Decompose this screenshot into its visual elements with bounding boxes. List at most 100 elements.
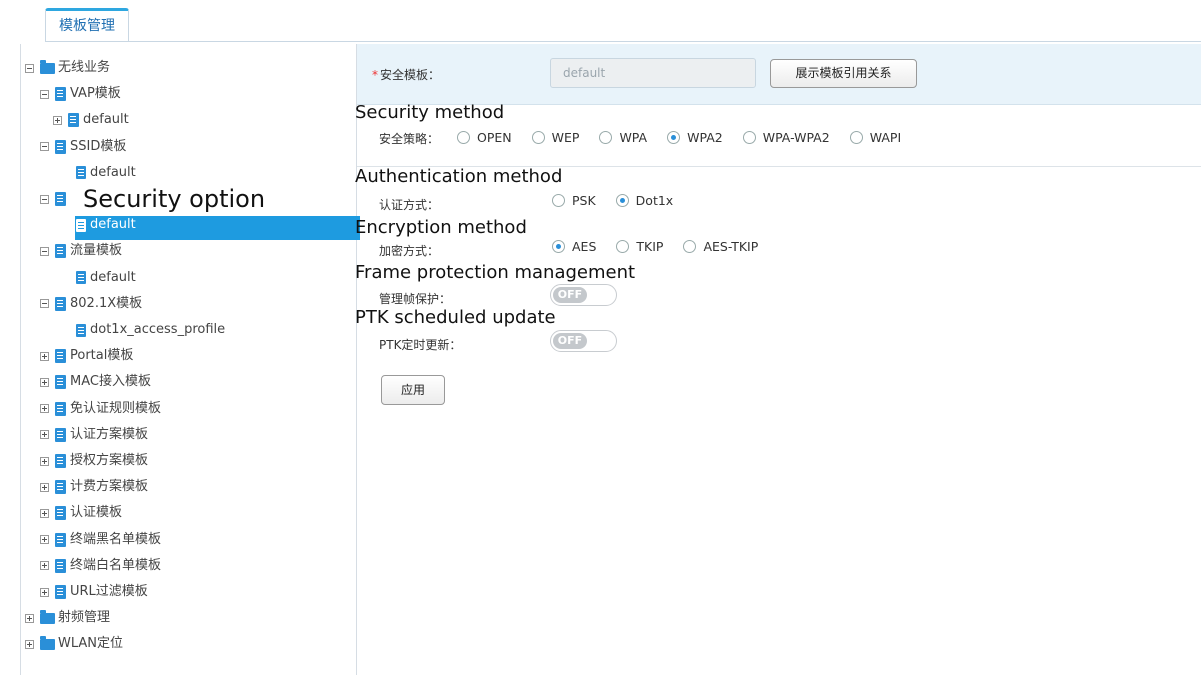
auth-mode-option[interactable]: PSK — [552, 193, 596, 208]
tree-node[interactable]: 计费方案模板 — [40, 476, 148, 498]
tree-node[interactable]: 无线业务 — [25, 57, 110, 79]
expand-icon[interactable] — [40, 561, 49, 571]
collapse-icon[interactable] — [40, 142, 49, 152]
tree-node-label: 终端白名单模板 — [70, 557, 162, 573]
security-policy-option[interactable]: WAPI — [849, 130, 901, 145]
tree-node[interactable]: 授权方案模板 — [40, 450, 148, 472]
radio-button-icon[interactable] — [552, 240, 565, 253]
auth-mode-option[interactable]: Dot1x — [615, 193, 674, 208]
auth-mode-option-label: Dot1x — [635, 193, 674, 208]
content-panel: * 安全模板： default 展示模板引用关系 Security method … — [355, 44, 1201, 675]
security-policy-label: 安全策略： — [379, 132, 440, 146]
tree-node-label: WLAN定位 — [58, 636, 124, 652]
security-policy-option[interactable]: WPA2 — [667, 130, 723, 145]
apply-button[interactable]: 应用 — [381, 375, 445, 405]
radio-button-icon[interactable] — [849, 131, 863, 144]
show-template-references-button[interactable]: 展示模板引用关系 — [770, 59, 917, 88]
ptk-update-toggle-knob: OFF — [553, 333, 587, 349]
tree-node[interactable]: 射频管理 — [25, 607, 110, 629]
collapse-icon[interactable] — [40, 89, 49, 99]
security-policy-option[interactable]: WEP — [531, 130, 579, 145]
encryption-mode-option-label: AES-TKIP — [703, 239, 759, 254]
ptk-update-toggle[interactable]: OFF — [550, 330, 617, 352]
security-template-input[interactable]: default — [550, 58, 756, 88]
document-icon — [55, 401, 66, 416]
expand-icon[interactable] — [40, 377, 49, 387]
expand-icon[interactable] — [40, 456, 49, 466]
tree-node[interactable]: default — [76, 267, 136, 289]
tree-node[interactable]: default — [76, 214, 136, 236]
expand-icon[interactable] — [40, 430, 49, 440]
security-template-header: * 安全模板： default 展示模板引用关系 — [357, 44, 1201, 105]
security-policy-option-label: WPA2 — [687, 130, 723, 145]
tree-node-label: 流量模板 — [70, 243, 123, 259]
tree-node[interactable]: MAC接入模板 — [40, 371, 151, 393]
radio-button-icon[interactable] — [667, 131, 681, 144]
radio-button-icon[interactable] — [457, 131, 470, 144]
expand-icon[interactable] — [40, 482, 49, 492]
tree-node-label: default — [83, 112, 129, 128]
tree-node[interactable]: WLAN定位 — [25, 633, 123, 655]
document-icon — [55, 296, 66, 311]
radio-button-icon[interactable] — [531, 131, 545, 144]
security-policy-option[interactable]: WPA-WPA2 — [742, 130, 830, 145]
document-icon — [55, 480, 66, 495]
tree-node[interactable]: default — [76, 162, 136, 184]
expand-icon[interactable] — [25, 613, 34, 623]
document-icon — [68, 113, 79, 128]
document-icon — [55, 506, 66, 521]
expand-icon[interactable] — [25, 639, 34, 649]
collapse-icon[interactable] — [25, 63, 34, 73]
frame-protection-label: 管理帧保护： — [379, 292, 452, 306]
encryption-mode-option[interactable]: AES — [552, 239, 596, 254]
folder-icon — [40, 635, 55, 650]
document-icon — [76, 166, 86, 180]
radio-button-icon[interactable] — [615, 194, 629, 207]
document-icon — [55, 87, 66, 102]
security-template-label-text: 安全模板： — [380, 68, 441, 82]
security-policy-option-label: WPA — [619, 130, 648, 145]
security-policy-option[interactable]: OPEN — [457, 130, 512, 145]
collapse-icon[interactable] — [40, 246, 49, 256]
tree-node[interactable]: 认证方案模板 — [40, 424, 148, 446]
encryption-mode-option[interactable]: TKIP — [616, 239, 663, 254]
tab-template-management[interactable]: 模板管理 — [45, 8, 129, 42]
expand-icon[interactable] — [40, 587, 49, 597]
collapse-icon[interactable] — [40, 194, 49, 204]
security-policy-option[interactable]: WPA — [599, 130, 647, 145]
tree-node[interactable]: 终端黑名单模板 — [40, 529, 161, 551]
ptk-update-label: PTK定时更新： — [379, 338, 462, 352]
tree-node[interactable]: Portal模板 — [40, 345, 133, 367]
tree-node[interactable]: 流量模板 — [40, 240, 122, 262]
radio-button-icon[interactable] — [599, 131, 613, 144]
radio-button-icon[interactable] — [616, 240, 630, 253]
expand-icon[interactable] — [53, 115, 62, 125]
expand-icon[interactable] — [40, 508, 49, 518]
tree-node[interactable]: dot1x_access_profile — [76, 319, 225, 341]
document-icon — [55, 244, 66, 259]
radio-button-icon[interactable] — [683, 240, 697, 253]
tree-node[interactable]: VAP模板 — [40, 83, 121, 105]
tree-node[interactable]: 终端白名单模板 — [40, 555, 161, 577]
frame-protection-toggle[interactable]: OFF — [550, 284, 617, 306]
document-icon — [55, 585, 66, 599]
tree-node[interactable]: URL过滤模板 — [40, 581, 148, 603]
radio-button-icon[interactable] — [742, 131, 756, 144]
security-option-annotation: Security option — [83, 185, 266, 213]
tree-node-label: Portal模板 — [70, 348, 134, 364]
expand-icon[interactable] — [40, 404, 49, 414]
tree-node[interactable] — [40, 188, 70, 210]
tree-node[interactable]: 免认证规则模板 — [40, 398, 161, 420]
tree-node[interactable]: SSID模板 — [40, 136, 126, 158]
tree-node-label: 认证方案模板 — [70, 426, 149, 442]
tree-node-label: 射频管理 — [58, 610, 111, 626]
collapse-icon[interactable] — [40, 299, 49, 309]
tree-node[interactable]: 认证模板 — [40, 502, 122, 524]
expand-icon[interactable] — [40, 351, 49, 361]
expand-icon[interactable] — [40, 535, 49, 545]
tree-node[interactable]: default — [53, 109, 129, 131]
encryption-mode-option[interactable]: AES-TKIP — [683, 239, 758, 254]
folder-icon — [40, 609, 55, 624]
radio-button-icon[interactable] — [552, 194, 565, 207]
tree-node[interactable]: 802.1X模板 — [40, 293, 142, 315]
